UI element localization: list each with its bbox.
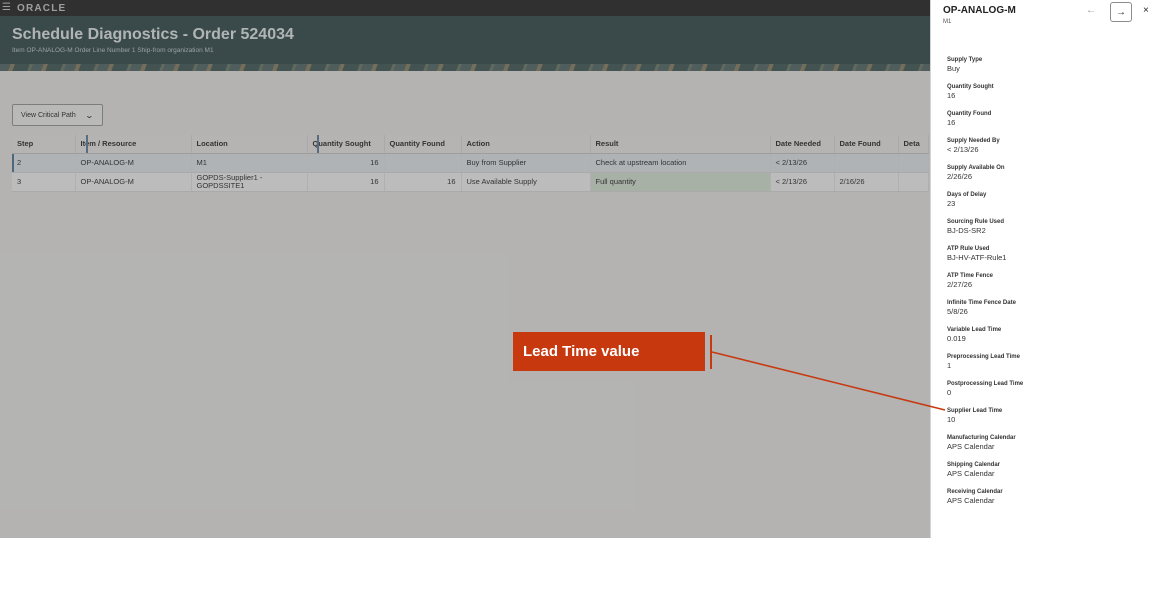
field-label: Supply Type bbox=[947, 57, 983, 63]
field-value: APS Calendar bbox=[947, 469, 995, 478]
modal-backdrop[interactable] bbox=[0, 0, 930, 538]
field-value: BJ-HV-ATF-Rule1 bbox=[947, 253, 1007, 262]
field-supply-type: Supply Type Buy bbox=[947, 57, 1157, 84]
field-value: 1 bbox=[947, 361, 952, 370]
field-label: Supply Available On bbox=[947, 165, 1005, 171]
field-quantity-found: Quantity Found 16 bbox=[947, 111, 1157, 138]
field-value: APS Calendar bbox=[947, 496, 995, 505]
field-value: Buy bbox=[947, 64, 960, 73]
field-supplier-lead-time: Supplier Lead Time 10 bbox=[947, 408, 1157, 435]
field-label: ATP Time Fence bbox=[947, 273, 994, 279]
close-icon[interactable]: × bbox=[1143, 5, 1149, 16]
field-label: Supplier Lead Time bbox=[947, 408, 1003, 414]
details-drawer: OP-ANALOG-M M1 ← → × Supply Type Buy Quan… bbox=[930, 0, 1170, 538]
field-label: Quantity Found bbox=[947, 111, 992, 117]
field-supply-needed-by: Supply Needed By < 2/13/26 bbox=[947, 138, 1157, 165]
field-value: APS Calendar bbox=[947, 442, 995, 451]
field-atp-time-fence: ATP Time Fence 2/27/26 bbox=[947, 273, 1157, 300]
field-label: Postprocessing Lead Time bbox=[947, 381, 1024, 387]
lead-time-callout: Lead Time value bbox=[513, 332, 705, 371]
field-days-of-delay: Days of Delay 23 bbox=[947, 192, 1157, 219]
field-label: Manufacturing Calendar bbox=[947, 435, 1016, 441]
field-value: 0.019 bbox=[947, 334, 966, 343]
field-receiving-calendar: Receiving Calendar APS Calendar bbox=[947, 489, 1157, 516]
field-value: 2/27/26 bbox=[947, 280, 973, 289]
screen: ☰ ORACLE Schedule Diagnostics - Order 52… bbox=[0, 0, 1170, 607]
field-value: 0 bbox=[947, 388, 952, 397]
field-value: 16 bbox=[947, 91, 956, 100]
field-value: 23 bbox=[947, 199, 956, 208]
drawer-fields: Supply Type Buy Quantity Sought 16 Quantit… bbox=[947, 57, 1157, 516]
field-preprocessing-lead-time: Preprocessing Lead Time 1 bbox=[947, 354, 1157, 381]
field-label: Shipping Calendar bbox=[947, 462, 1001, 468]
field-label: Preprocessing Lead Time bbox=[947, 354, 1020, 360]
field-label: Quantity Sought bbox=[947, 84, 994, 90]
field-value: 5/8/26 bbox=[947, 307, 968, 316]
field-infinite-time-fence-date: Infinite Time Fence Date 5/8/26 bbox=[947, 300, 1157, 327]
field-quantity-sought: Quantity Sought 16 bbox=[947, 84, 1157, 111]
field-shipping-calendar: Shipping Calendar APS Calendar bbox=[947, 462, 1157, 489]
drawer-subtitle: M1 bbox=[943, 19, 952, 25]
next-button[interactable]: → bbox=[1110, 2, 1132, 22]
field-label: ATP Rule Used bbox=[947, 246, 990, 252]
field-label: Variable Lead Time bbox=[947, 327, 1002, 333]
field-label: Receiving Calendar bbox=[947, 489, 1003, 495]
field-label: Supply Needed By bbox=[947, 138, 1000, 144]
field-label: Days of Delay bbox=[947, 192, 987, 198]
field-variable-lead-time: Variable Lead Time 0.019 bbox=[947, 327, 1157, 354]
field-value: 16 bbox=[947, 118, 956, 127]
callout-bracket bbox=[710, 335, 712, 369]
arrow-left-icon[interactable]: ← bbox=[1086, 5, 1096, 16]
drawer-title: OP-ANALOG-M bbox=[943, 5, 1016, 16]
field-value: < 2/13/26 bbox=[947, 145, 979, 154]
field-sourcing-rule-used: Sourcing Rule Used BJ-DS-SR2 bbox=[947, 219, 1157, 246]
field-manufacturing-calendar: Manufacturing Calendar APS Calendar bbox=[947, 435, 1157, 462]
field-atp-rule-used: ATP Rule Used BJ-HV-ATF-Rule1 bbox=[947, 246, 1157, 273]
field-value: 2/26/26 bbox=[947, 172, 973, 181]
field-label: Infinite Time Fence Date bbox=[947, 300, 1016, 306]
field-supply-available-on: Supply Available On 2/26/26 bbox=[947, 165, 1157, 192]
field-value: BJ-DS-SR2 bbox=[947, 226, 986, 235]
field-value: 10 bbox=[947, 415, 956, 424]
field-postprocessing-lead-time: Postprocessing Lead Time 0 bbox=[947, 381, 1157, 408]
field-label: Sourcing Rule Used bbox=[947, 219, 1005, 225]
arrow-right-icon: → bbox=[1116, 6, 1126, 18]
